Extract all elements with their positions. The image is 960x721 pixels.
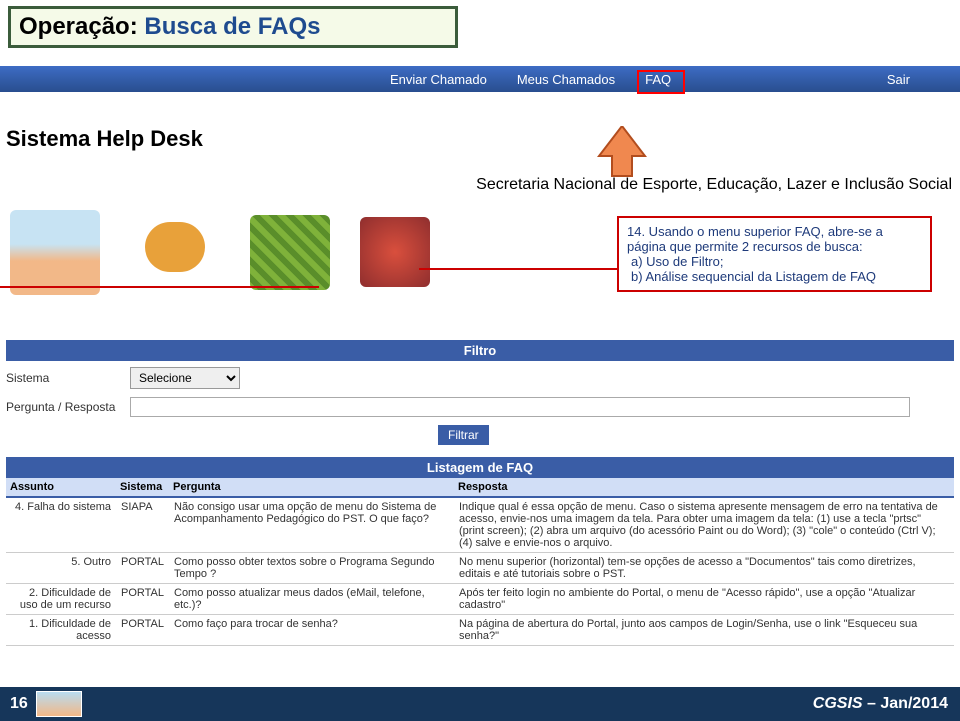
table-row: 1. Dificuldade de acesso PORTAL Como faç…: [6, 615, 954, 646]
cell-resposta: No menu superior (horizontal) tem-se opç…: [454, 553, 954, 584]
cell-resposta: Indique qual é essa opção de menu. Caso …: [454, 497, 954, 553]
filter-form: Sistema Selecione Pergunta / Resposta Fi…: [6, 367, 954, 445]
callout-b: b) Análise sequencial da Listagem de FAQ: [631, 269, 922, 284]
cell-assunto: 4. Falha do sistema: [6, 497, 116, 553]
filtrar-button[interactable]: Filtrar: [438, 425, 489, 445]
cell-sistema: PORTAL: [116, 553, 169, 584]
filtro-section-header: Filtro: [6, 340, 954, 361]
pergunta-resposta-input[interactable]: [130, 397, 910, 417]
esporte-lazer-logo-icon: [130, 210, 220, 295]
table-row: 5. Outro PORTAL Como posso obter textos …: [6, 553, 954, 584]
callout-connector-1: [0, 286, 319, 288]
table-row: 4. Falha do sistema SIAPA Não consigo us…: [6, 497, 954, 553]
footer-right: CGSIS – Jan/2014: [813, 695, 948, 713]
slide-title-part1: Operação:: [19, 13, 144, 40]
cedes-logo-icon: [250, 215, 330, 290]
nav-sair[interactable]: Sair: [887, 72, 910, 87]
system-title: Sistema Help Desk: [6, 126, 960, 152]
faq-table: Assunto Sistema Pergunta Resposta 4. Fal…: [6, 478, 954, 646]
pergunta-resposta-label: Pergunta / Resposta: [6, 400, 130, 414]
callout-text: 14. Usando o menu superior FAQ, abre-se …: [627, 224, 922, 254]
th-sistema: Sistema: [116, 478, 169, 497]
callout-connector-2: [419, 268, 619, 270]
cell-pergunta: Como faço para trocar de senha?: [169, 615, 454, 646]
cell-resposta: Após ter feito login no ambiente do Port…: [454, 584, 954, 615]
cell-sistema: PORTAL: [116, 584, 169, 615]
slide-footer: 16 CGSIS – Jan/2014: [0, 687, 960, 721]
th-resposta: Resposta: [454, 478, 954, 497]
table-header-row: Assunto Sistema Pergunta Resposta: [6, 478, 954, 497]
cell-pergunta: Como posso atualizar meus dados (eMail, …: [169, 584, 454, 615]
nav-meus-chamados[interactable]: Meus Chamados: [517, 72, 615, 87]
cell-sistema: SIAPA: [116, 497, 169, 553]
table-row: 2. Dificuldade de uso de um recurso PORT…: [6, 584, 954, 615]
secretaria-label: Secretaria Nacional de Esporte, Educação…: [0, 176, 952, 194]
th-assunto: Assunto: [6, 478, 116, 497]
nav-faq[interactable]: FAQ: [645, 72, 671, 87]
th-pergunta: Pergunta: [169, 478, 454, 497]
cell-assunto: 5. Outro: [6, 553, 116, 584]
segundo-tempo-logo-icon: [10, 210, 100, 295]
footer-date: – Jan/2014: [863, 695, 948, 712]
cell-resposta: Na página de abertura do Portal, junto a…: [454, 615, 954, 646]
cell-sistema: PORTAL: [116, 615, 169, 646]
sistema-select[interactable]: Selecione: [130, 367, 240, 389]
callout-a: a) Uso de Filtro;: [631, 254, 922, 269]
footer-logo-icon: [36, 691, 82, 717]
footer-cgsis: CGSIS: [813, 695, 863, 712]
nav-enviar-chamado[interactable]: Enviar Chamado: [390, 72, 487, 87]
cell-assunto: 1. Dificuldade de acesso: [6, 615, 116, 646]
cell-pergunta: Como posso obter textos sobre o Programa…: [169, 553, 454, 584]
callout-box: 14. Usando o menu superior FAQ, abre-se …: [617, 216, 932, 292]
page-number: 16: [10, 695, 28, 713]
cell-assunto: 2. Dificuldade de uso de um recurso: [6, 584, 116, 615]
top-nav: Enviar Chamado Meus Chamados FAQ Sair: [0, 66, 960, 92]
nav-faq-label: FAQ: [645, 72, 671, 87]
slide-title: Operação: Busca de FAQs: [8, 6, 458, 48]
sistema-label: Sistema: [6, 371, 130, 385]
rede-cedes-logo-icon: [360, 217, 430, 287]
slide-title-part2: Busca de FAQs: [144, 13, 320, 40]
listagem-section-header: Listagem de FAQ: [6, 457, 954, 478]
cell-pergunta: Não consigo usar uma opção de menu do Si…: [169, 497, 454, 553]
